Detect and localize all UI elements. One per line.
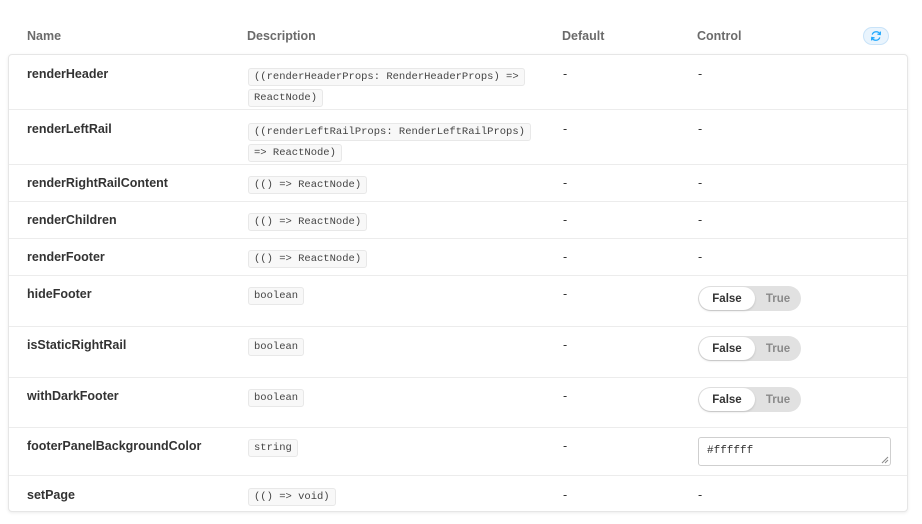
prop-name: renderFooter: [27, 250, 105, 264]
resize-handle-icon[interactable]: [881, 456, 889, 464]
prop-type: boolean: [248, 389, 305, 407]
prop-control-empty: -: [698, 67, 703, 81]
column-header-name: Name: [27, 29, 62, 43]
table-row: setPage (() => void) - -: [9, 475, 907, 512]
prop-name: isStaticRightRail: [27, 338, 127, 352]
table-row: renderRightRailContent (() => ReactNode)…: [9, 164, 907, 201]
prop-control-empty: -: [698, 250, 703, 264]
prop-control-empty: -: [698, 213, 703, 227]
args-table-panel: Name Description Default Control renderH…: [0, 0, 922, 524]
prop-name: hideFooter: [27, 287, 92, 301]
prop-control-empty: -: [698, 122, 703, 136]
prop-default: -: [563, 389, 568, 403]
args-table-body: renderHeader ((renderHeaderProps: Render…: [8, 54, 908, 512]
prop-default: -: [563, 287, 568, 301]
prop-control-empty: -: [698, 488, 703, 502]
prop-name: withDarkFooter: [27, 389, 119, 403]
prop-name: renderChildren: [27, 213, 117, 227]
toggle-true-option[interactable]: True: [756, 287, 800, 310]
prop-default: -: [563, 338, 568, 352]
prop-name: renderHeader: [27, 67, 109, 81]
prop-default: -: [563, 122, 568, 136]
boolean-toggle[interactable]: False True: [698, 286, 801, 311]
toggle-true-option[interactable]: True: [756, 337, 800, 360]
prop-type: string: [248, 439, 298, 457]
table-row: hideFooter boolean - False True: [9, 275, 907, 326]
prop-name: renderLeftRail: [27, 122, 112, 136]
prop-default: -: [563, 250, 568, 264]
column-header-default: Default: [562, 29, 605, 43]
reset-controls-button[interactable]: [863, 27, 889, 45]
prop-type: (() => ReactNode): [248, 213, 368, 231]
prop-default: -: [563, 488, 568, 502]
toggle-true-option[interactable]: True: [756, 388, 800, 411]
prop-default: -: [563, 67, 568, 81]
prop-name: footerPanelBackgroundColor: [27, 439, 202, 453]
toggle-false-option[interactable]: False: [699, 287, 755, 310]
table-header: Name Description Default Control: [0, 0, 922, 54]
table-row: footerPanelBackgroundColor string - #fff…: [9, 427, 907, 475]
prop-type: (() => ReactNode): [248, 250, 368, 268]
prop-type: boolean: [248, 338, 305, 356]
prop-type: boolean: [248, 287, 305, 305]
column-header-control: Control: [697, 29, 742, 43]
column-header-description: Description: [247, 29, 316, 43]
prop-control-empty: -: [698, 176, 703, 190]
table-row: renderLeftRail ((renderLeftRailProps: Re…: [9, 109, 907, 164]
color-text-field[interactable]: #ffffff: [698, 437, 891, 466]
prop-default: -: [563, 176, 568, 190]
prop-type: (() => ReactNode): [248, 176, 368, 194]
toggle-false-option[interactable]: False: [699, 337, 755, 360]
prop-default: -: [563, 213, 568, 227]
table-row: renderFooter (() => ReactNode) - -: [9, 238, 907, 275]
prop-type: ((renderHeaderProps: RenderHeaderProps) …: [248, 68, 525, 107]
table-row: isStaticRightRail boolean - False True: [9, 326, 907, 377]
prop-default: -: [563, 439, 568, 453]
color-text-value: #ffffff: [707, 445, 754, 457]
refresh-icon: [870, 31, 882, 41]
prop-name: setPage: [27, 488, 75, 502]
boolean-toggle[interactable]: False True: [698, 387, 801, 412]
prop-type: ((renderLeftRailProps: RenderLeftRailPro…: [248, 123, 531, 162]
table-row: renderChildren (() => ReactNode) - -: [9, 201, 907, 238]
table-row: renderHeader ((renderHeaderProps: Render…: [9, 55, 907, 109]
toggle-false-option[interactable]: False: [699, 388, 755, 411]
prop-name: renderRightRailContent: [27, 176, 168, 190]
boolean-toggle[interactable]: False True: [698, 336, 801, 361]
prop-type: (() => void): [248, 488, 336, 506]
table-row: withDarkFooter boolean - False True: [9, 377, 907, 427]
